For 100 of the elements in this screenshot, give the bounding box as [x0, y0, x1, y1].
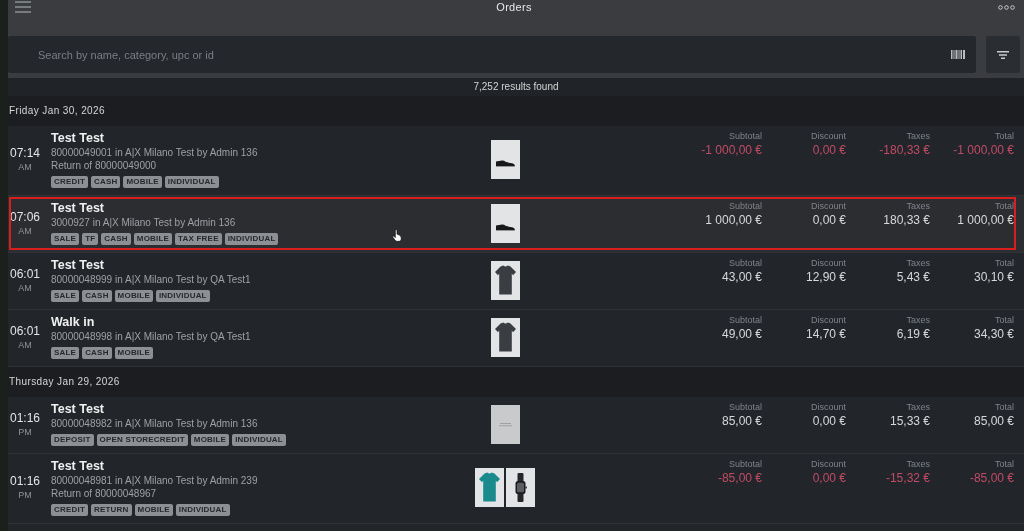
amount-label: Subtotal [728, 131, 762, 142]
amount-value: 14,70 € [805, 327, 846, 342]
amount-label: Subtotal [728, 402, 762, 413]
amount-value: -15,32 € [885, 471, 930, 486]
amount-label: Discount [811, 459, 846, 470]
filter-icon [997, 50, 1009, 59]
customer-name: Test Test [51, 258, 105, 273]
order-tag: MOBILE [190, 434, 230, 446]
tshirt-photo [475, 468, 504, 507]
order-tag: CASH [82, 347, 112, 359]
amount-label: Taxes [906, 258, 930, 269]
amount-label: Discount [811, 201, 846, 212]
sneaker-photo [490, 203, 520, 243]
amount-value: 30,10 € [973, 270, 1014, 285]
order-tag: CASH [91, 176, 121, 188]
amount-value: 5,43 € [896, 270, 930, 285]
amount-label: Taxes [906, 131, 930, 142]
menu-icon[interactable] [15, 1, 31, 13]
order-time: 06:01 [10, 266, 40, 281]
order-tag: DEPOSIT [51, 434, 94, 446]
order-tag: INDIVIDUAL [232, 434, 286, 446]
amount-label: Subtotal [728, 201, 762, 212]
order-tag: MOBILE [134, 504, 173, 516]
order-tag: MOBILE [123, 176, 162, 188]
filter-button[interactable] [986, 36, 1020, 73]
search-field[interactable]: Search by name, category, upc or id [8, 36, 976, 73]
order-tag: SALE [51, 233, 80, 245]
order-time: 07:14 [10, 146, 40, 160]
time-period: AM [18, 225, 32, 237]
order-tag: INDIVIDUAL [175, 504, 230, 516]
amount-value: 6,19 € [896, 327, 930, 342]
amount-value: -85,00 € [717, 471, 762, 486]
amount-label: Discount [811, 131, 846, 142]
barcode-icon[interactable] [951, 50, 965, 59]
time-period: AM [18, 162, 32, 173]
customer-name: Test Test [51, 459, 105, 474]
time-period: PM [18, 490, 32, 501]
more-icon[interactable] [998, 4, 1015, 10]
amount-label: Discount [811, 315, 846, 326]
order-details: 80000049001 in A|X Milano Test by Admin 136 [51, 146, 258, 159]
amount-value: 34,30 € [973, 327, 1014, 342]
amount-value: 0,00 € [812, 471, 846, 486]
order-tag: TAX FREE [175, 233, 222, 245]
watch-photo [506, 468, 535, 507]
amount-label: Taxes [906, 315, 930, 326]
customer-name: Test Test [51, 201, 105, 216]
amount-label: Total [995, 402, 1014, 413]
order-tag: CREDIT [51, 504, 88, 516]
order-tag: MOBILE [114, 290, 153, 302]
amount-value: -1 000,00 € [701, 143, 762, 158]
sneaker-photo [490, 140, 520, 179]
time-period: AM [18, 339, 32, 351]
amount-label: Total [995, 459, 1014, 470]
amount-value: 0,00 € [812, 213, 846, 228]
amount-label: Subtotal [728, 258, 762, 269]
amount-value: -85,00 € [969, 471, 1014, 486]
order-tag: SALE [51, 347, 80, 359]
amount-label: Total [995, 201, 1014, 212]
customer-name: Test Test [51, 402, 105, 417]
amount-value: -180,33 € [879, 143, 930, 158]
amount-value: 180,33 € [883, 213, 930, 228]
hand-cursor-icon [392, 229, 402, 242]
amount-value: 0,00 € [812, 143, 846, 158]
date-header: Thursday Jan 29, 2026 [8, 367, 1024, 397]
amount-label: Discount [811, 258, 846, 269]
photo-placeholder [490, 404, 520, 444]
order-time: 07:06 [10, 209, 40, 224]
amount-value: 49,00 € [721, 327, 762, 342]
order-tag: RETURN [91, 504, 132, 516]
order-tag: INDIVIDUAL [155, 290, 210, 302]
order-time: 01:16 [10, 474, 40, 488]
amount-value: 12,90 € [805, 270, 846, 285]
order-tag: INDIVIDUAL [224, 233, 279, 245]
order-tag: TF [82, 233, 99, 245]
order-row[interactable]: 07:06 AM Test Test 3000927 in A|X Milano Test by Admin 136 SALE TF CASH MOBILE TAX FREE INDIVIDUAL Subtotal 1 000,00 € Discount 0,00 € Taxes 180,33 € Total 1 000,00 € [8, 196, 1024, 253]
amount-label: Total [995, 258, 1014, 269]
amount-value: 15,33 € [889, 414, 930, 429]
tshirt-photo [490, 260, 520, 300]
amount-label: Taxes [906, 459, 930, 470]
amount-value: 43,00 € [721, 270, 762, 285]
order-tag: SALE [51, 290, 80, 302]
date-header: Friday Jan 30, 2026 [8, 96, 1024, 126]
page-title: Orders [496, 0, 532, 14]
time-period: PM [18, 426, 32, 438]
amount-value: -1 000,00 € [953, 143, 1014, 158]
order-tag: OPEN STORECREDIT [96, 434, 188, 446]
return-note: Return of 80000048967 [51, 487, 157, 500]
order-tag: MOBILE [114, 347, 153, 359]
amount-label: Subtotal [728, 315, 762, 326]
amount-label: Discount [811, 402, 846, 413]
order-tag: CASH [101, 233, 131, 245]
return-note: Return of 80000049000 [51, 159, 157, 172]
order-details: 80000048982 in A|X Milano Test by Admin 136 [51, 417, 258, 430]
amount-label: Taxes [906, 201, 930, 212]
order-details: 3000927 in A|X Milano Test by Admin 136 [51, 216, 236, 229]
order-tag: INDIVIDUAL [164, 176, 219, 188]
order-time: 06:01 [10, 323, 40, 338]
time-period: AM [18, 282, 32, 294]
amount-label: Taxes [906, 402, 930, 413]
amount-value: 1 000,00 € [957, 213, 1014, 228]
